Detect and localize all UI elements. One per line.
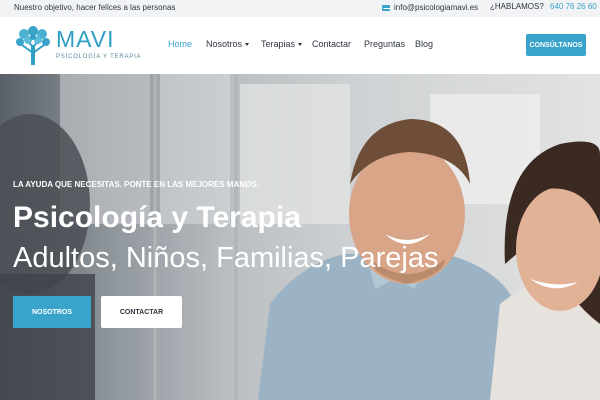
nav-home[interactable]: Home xyxy=(168,39,192,49)
phone-number: 640 76 26 60 xyxy=(550,2,597,11)
nav-contactar[interactable]: Contactar xyxy=(312,39,351,49)
nav-terapias[interactable]: Terapias xyxy=(261,39,303,49)
nosotros-button[interactable]: NOSOTROS xyxy=(13,296,91,328)
email-text: info@psicologiamavi.es xyxy=(394,3,479,12)
mail-icon xyxy=(382,4,390,11)
chevron-down-icon xyxy=(298,43,303,47)
consultanos-button[interactable]: CONSÚLTANOS xyxy=(526,34,586,56)
nav-preguntas[interactable]: Preguntas xyxy=(364,39,405,49)
hero-section: LA AYUDA QUE NECESITAS. PONTE EN LAS MEJ… xyxy=(0,74,600,400)
nav-nosotros-label: Nosotros xyxy=(206,39,243,49)
hero-background-image xyxy=(0,74,600,400)
tagline: Nuestro objetivo, hacer felices a las pe… xyxy=(14,3,176,12)
site-logo[interactable]: MAVI PSICOLOGÍA Y TERAPIA xyxy=(14,23,141,67)
tree-logo-icon xyxy=(16,26,50,65)
phone-info[interactable]: ¿HABLAMOS? 640 76 26 60 xyxy=(490,2,597,11)
top-info-bar: Nuestro objetivo, hacer felices a las pe… xyxy=(0,0,600,17)
nav-blog[interactable]: Blog xyxy=(415,39,433,49)
contactar-button[interactable]: CONTACTAR xyxy=(101,296,182,328)
site-header: MAVI PSICOLOGÍA Y TERAPIA Home Nosotros … xyxy=(0,17,600,74)
hero-title: Psicología y Terapia xyxy=(13,201,301,234)
hero-kicker: LA AYUDA QUE NECESITAS. PONTE EN LAS MEJ… xyxy=(13,180,259,189)
logo-subtitle: PSICOLOGÍA Y TERAPIA xyxy=(56,54,142,60)
email-link[interactable]: info@psicologiamavi.es xyxy=(382,3,478,12)
phone-label: ¿HABLAMOS? xyxy=(490,2,544,11)
nav-terapias-label: Terapias xyxy=(261,39,296,49)
nav-nosotros[interactable]: Nosotros xyxy=(206,39,250,49)
hero-subtitle: Adultos, Niños, Familias, Parejas xyxy=(13,242,439,274)
chevron-down-icon xyxy=(245,43,250,47)
logo-name: MAVI xyxy=(56,26,115,52)
